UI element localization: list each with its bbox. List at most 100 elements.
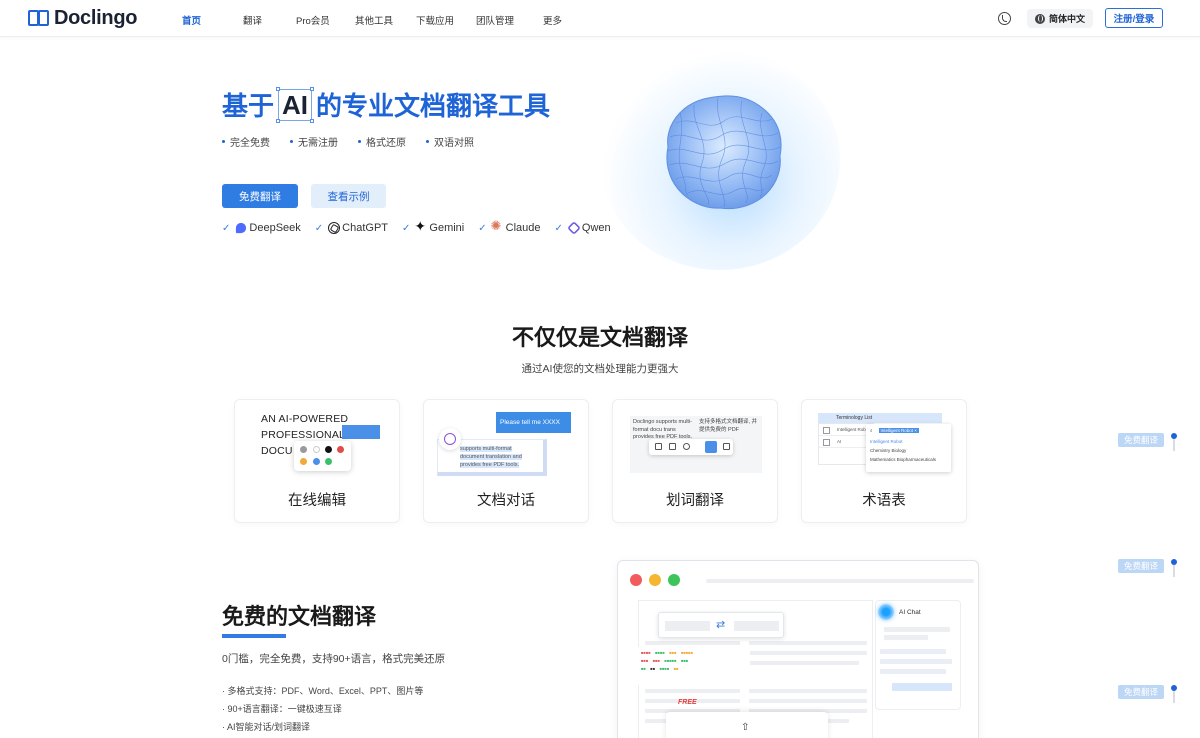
hero-title-ai-text: AI (282, 89, 309, 120)
hero-title-suffix: 的专业文档翻译工具 (316, 91, 551, 121)
card-label: 文档对话 (477, 493, 535, 509)
chatgpt-icon (439, 428, 461, 450)
side-free-translate-tag[interactable]: 免费翻译 (1118, 559, 1164, 573)
model-label: Claude (505, 222, 541, 234)
feature-card-word-translate[interactable]: Doclingo supports multi-format docu tran… (612, 399, 778, 523)
nav-item-download[interactable]: 下载应用 (416, 13, 454, 27)
check-icon: ✓ (478, 222, 487, 234)
ai-chat-panel: AI Chat (875, 600, 961, 710)
feature-card-doc-chat[interactable]: supports multi-format document translati… (423, 399, 589, 523)
check-icon: ✓ (402, 222, 411, 234)
window-close-dot (630, 574, 642, 586)
side-free-translate-tag[interactable]: 免费翻译 (1118, 433, 1164, 447)
nav-item-team[interactable]: 团队管理 (476, 13, 514, 27)
model-label: Qwen (581, 222, 611, 234)
gemini-icon (414, 219, 427, 235)
app-mockup-window: ■■■■ ■■■■ ■■■ ■■■■■ ■■■ ■■■ ■■■■■ ■■■ ■■… (617, 560, 979, 738)
glossary-header: Terminology List (818, 413, 942, 423)
bullet-item: · 90+语言翻译：一键极速互译 (222, 704, 342, 714)
free-badge: FREE (678, 699, 697, 706)
section-features-title: 不仅仅是文档翻译 (511, 325, 688, 350)
chatgpt-icon (328, 222, 341, 234)
section-free-translate-title: 免费的文档翻译 (222, 604, 377, 629)
hero-features: 完全免费 无需注册 格式还原 双语对照 (222, 134, 494, 149)
model-label: ChatGPT (342, 222, 389, 234)
deepseek-icon (236, 222, 247, 234)
model-gemini: ✓ Gemini (402, 219, 465, 235)
login-button[interactable]: 注册/登录 (1105, 8, 1163, 28)
check-icon: ✓ (314, 222, 324, 234)
hero-title-ai: AI (276, 86, 315, 123)
check-icon: ✓ (554, 222, 563, 234)
selection-toolbar (649, 439, 733, 455)
feature-item: 无需注册 (290, 134, 338, 149)
glossary-popup: ⌕ Intelligent Robot × Intelligent Robot C… (866, 424, 951, 472)
ai-chat-avatar (878, 604, 894, 620)
glossary-tag: Intelligent Robot × (878, 428, 919, 433)
window-minimize-dot (649, 574, 661, 586)
text-selection-highlight (342, 425, 380, 439)
feature-card-glossary[interactable]: Terminology List Intelligent Robot AI ⌕ I… (801, 399, 967, 523)
nav-item-pro[interactable]: Pro会员 (296, 13, 330, 27)
globe-icon (1034, 13, 1045, 24)
ai-sphere-illustration (666, 95, 782, 210)
language-switcher: ⇄ (658, 612, 784, 638)
side-stem (1173, 565, 1175, 577)
check-icon: ✓ (222, 222, 231, 234)
side-stem (1173, 439, 1175, 451)
card-label: 在线编辑 (288, 493, 346, 509)
view-example-button[interactable]: 查看示例 (311, 184, 386, 208)
side-free-translate-tag[interactable]: 免费翻译 (1118, 685, 1164, 699)
side-stem (1173, 691, 1175, 703)
ai-chat-title: AI Chat (899, 608, 921, 616)
logo-text: Doclingo (54, 6, 138, 29)
logo[interactable]: Doclingo (28, 7, 137, 29)
section-free-translate-desc: 0门槛，完全免费，支持90+语言，格式完美还原 (222, 653, 446, 665)
hero-title: 基于 AI 的专业文档翻译工具 (222, 86, 550, 123)
glossary-row: Intelligent Robot (819, 424, 873, 436)
model-list: ✓ DeepSeek ✓ ChatGPT ✓ Gemini ✓ Claude ✓ Qwen (222, 219, 625, 235)
hero-title-prefix: 基于 (222, 91, 275, 121)
language-label: 简体中文 (1048, 14, 1085, 24)
feature-card-online-edit[interactable]: AN AI-POWERED PROFESSIONAL DOCU 在线编辑 (234, 399, 400, 523)
logo-icon (28, 10, 50, 26)
model-qwen: ✓ Qwen (554, 221, 611, 235)
chat-bubble: Please tell me XXXX (496, 412, 571, 433)
color-palette (294, 441, 351, 471)
swap-icon: ⇄ (716, 619, 726, 631)
language-selector[interactable]: 简体中文 (1027, 9, 1093, 28)
glossary-popup-row: Intelligent Robot (870, 439, 903, 444)
title-underline (222, 634, 286, 638)
address-bar (706, 579, 974, 583)
glossary-popup-row: Chemistry Biology (870, 448, 907, 453)
qwen-icon (567, 221, 581, 235)
section-features-subtitle: 通过AI使您的文档处理能力更强大 (521, 363, 679, 375)
free-translate-button[interactable]: 免费翻译 (222, 184, 298, 208)
glossary-row: AI (819, 436, 873, 448)
feature-item: 格式还原 (358, 134, 406, 149)
nav-item-translate[interactable]: 翻译 (243, 13, 262, 27)
top-nav: Doclingo 首页 翻译 Pro会员 其他工具 下载应用 团队管理 更多 简… (0, 0, 1200, 37)
card-label: 术语表 (862, 493, 906, 509)
upload-panel (666, 712, 828, 738)
ai-chat-header: AI Chat (878, 604, 921, 620)
card-label: 划词翻译 (666, 493, 724, 509)
feature-bullet-list: · 多格式支持：PDF、Word、Excel、PPT、图片等 · 90+语言翻译… (222, 682, 423, 736)
model-chatgpt: ✓ ChatGPT (315, 222, 388, 234)
model-deepseek: ✓ DeepSeek (222, 222, 301, 234)
claude-icon (491, 219, 504, 234)
model-label: Gemini (429, 222, 465, 234)
model-label: DeepSeek (249, 222, 301, 234)
nav-item-tools[interactable]: 其他工具 (355, 13, 393, 27)
feature-item: 双语对照 (426, 134, 474, 149)
model-claude: ✓ Claude (478, 219, 541, 234)
nav-item-more[interactable]: 更多 (543, 13, 562, 27)
feature-item: 完全免费 (222, 134, 270, 149)
glossary-popup-row: Mathematics Biopharmaceuticals (870, 457, 937, 462)
nav-item-home[interactable]: 首页 (182, 13, 201, 27)
chat-preview-text: supports multi-format document translati… (460, 446, 522, 468)
window-maximize-dot (668, 574, 680, 586)
bullet-item: · AI智能对话/划词翻译 (222, 722, 311, 732)
phone-icon[interactable] (998, 12, 1011, 25)
translated-table-preview: ■■■■ ■■■■ ■■■ ■■■■■ ■■■ ■■■ ■■■■■ ■■■ ■■… (638, 647, 750, 685)
